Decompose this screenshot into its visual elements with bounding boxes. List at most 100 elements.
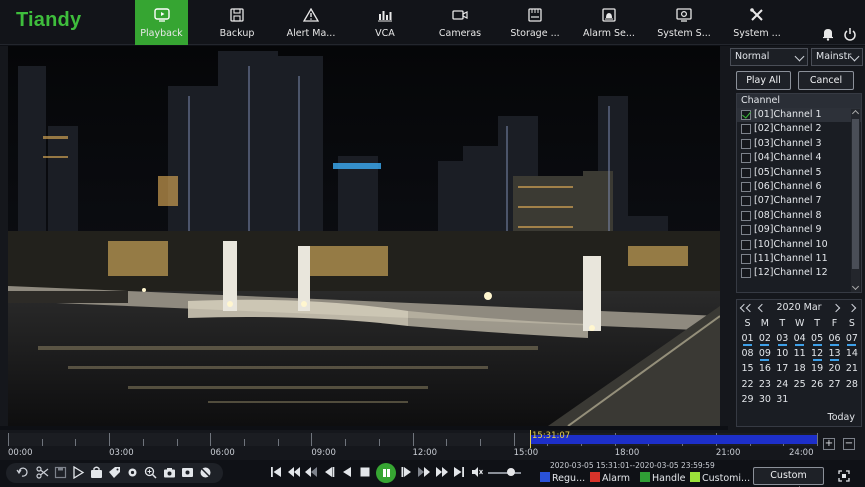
nav-backup[interactable]: Backup [196,0,278,45]
add-tag-icon[interactable] [108,466,121,479]
cancel-button[interactable]: Cancel [798,71,854,90]
calendar-day[interactable]: 21 [843,362,860,377]
channel-row[interactable]: [06]Channel 6 [737,180,861,194]
snapshot-camera-icon[interactable] [163,466,176,479]
fullscreen-icon[interactable] [838,470,850,482]
next-year-icon[interactable] [847,303,857,313]
calendar-day[interactable]: 13 [826,347,843,362]
legend-regular[interactable]: Regu... [540,472,585,484]
calendar-day[interactable]: 16 [756,362,773,377]
stream-type-select[interactable]: Mainstr [811,48,863,66]
stop-icon[interactable] [359,466,371,478]
volume-slider-track[interactable] [488,472,521,474]
zoom-out-button[interactable]: − [843,438,855,450]
calendar-day[interactable]: 04 [791,332,808,347]
zoom-in-button[interactable]: + [823,438,835,450]
nav-system-settings[interactable]: System S... [643,0,725,45]
nav-playback[interactable]: Playback [135,0,188,45]
rewind-icon[interactable] [288,466,300,478]
timeline-cursor[interactable] [530,430,531,448]
calendar-day[interactable]: 24 [774,378,791,393]
calendar-day[interactable]: 19 [809,362,826,377]
scroll-up-icon[interactable] [851,109,860,118]
clip-scissors-icon[interactable] [36,466,49,479]
calendar-day[interactable]: 08 [739,347,756,362]
channel-checkbox[interactable] [741,196,751,207]
pause-button[interactable] [376,463,396,483]
timeline-bar[interactable]: 15:31:07 00:00 03:00 06:00 09:00 12:00 15:00 1… [0,430,865,460]
channel-row[interactable]: [12]Channel 12 [737,266,861,280]
channel-scrollbar[interactable] [851,109,860,292]
channel-checkbox[interactable] [741,239,751,250]
calendar-day[interactable]: 31 [774,393,791,408]
channel-row[interactable]: [08]Channel 8 [737,209,861,223]
power-icon[interactable] [843,27,857,41]
play-all-button[interactable]: Play All [736,71,791,90]
channel-checkbox[interactable] [741,268,751,279]
custom-search-button[interactable]: Custom search [753,467,824,487]
reverse-play-icon[interactable] [341,466,353,478]
save-clip-icon[interactable] [54,466,67,479]
settings-gear-icon[interactable] [126,466,139,479]
calendar-day[interactable]: 01 [739,332,756,347]
calendar-day[interactable]: 20 [826,362,843,377]
calendar-day[interactable]: 05 [809,332,826,347]
channel-row[interactable]: [03]Channel 3 [737,137,861,151]
calendar-day[interactable]: 27 [826,378,843,393]
legend-custom[interactable]: Customi... [690,472,750,484]
scroll-thumb[interactable] [852,119,859,269]
zoom-magnifier-icon[interactable] [144,466,157,479]
calendar-day[interactable]: 18 [791,362,808,377]
calendar-day[interactable]: 23 [756,378,773,393]
calendar-day[interactable]: 22 [739,378,756,393]
prev-month-icon[interactable] [757,303,767,313]
channel-checkbox[interactable] [741,153,751,164]
channel-row[interactable]: [05]Channel 5 [737,166,861,180]
calendar-day[interactable]: 11 [791,347,808,362]
slow-forward-icon[interactable] [418,466,430,478]
calendar-day[interactable]: 03 [774,332,791,347]
nav-system-tools[interactable]: System ... [716,0,798,45]
channel-checkbox[interactable] [741,210,751,221]
legend-handle[interactable]: Handle [640,472,686,484]
channel-row[interactable]: [07]Channel 7 [737,194,861,208]
calendar-day[interactable]: 06 [826,332,843,347]
slow-rewind-icon[interactable] [305,466,317,478]
calendar-day[interactable]: 26 [809,378,826,393]
next-month-icon[interactable] [831,303,841,313]
skip-to-end-icon[interactable] [453,466,465,478]
volume-slider-knob[interactable] [507,468,515,476]
video-playback-window[interactable] [8,46,720,426]
channel-row[interactable]: [04]Channel 4 [737,151,861,165]
fast-forward-icon[interactable] [436,466,448,478]
calendar-day[interactable]: 28 [843,378,860,393]
calendar-day[interactable]: 25 [791,378,808,393]
channel-checkbox[interactable] [741,167,751,178]
channel-row[interactable]: [09]Channel 9 [737,223,861,237]
calendar-day[interactable]: 30 [756,393,773,408]
calendar-day[interactable]: 10 [774,347,791,362]
playback-mode-select[interactable]: Normal [730,48,808,66]
today-button[interactable]: Today [828,412,855,423]
calendar-day[interactable]: 12 [809,347,826,362]
bell-icon[interactable] [821,27,835,41]
calendar-day[interactable]: 02 [756,332,773,347]
channel-checkbox[interactable] [741,124,751,135]
frame-back-icon[interactable] [323,466,335,478]
sync-icon[interactable] [16,466,29,479]
calendar-day[interactable]: 29 [739,393,756,408]
calendar-day[interactable]: 17 [774,362,791,377]
nav-cameras[interactable]: Cameras [419,0,501,45]
skip-to-start-icon[interactable] [270,466,282,478]
legend-alarm[interactable]: Alarm [590,472,630,484]
channel-checkbox[interactable] [741,225,751,236]
lock-file-icon[interactable] [90,466,103,479]
channel-checkbox[interactable] [741,253,751,264]
nav-storage[interactable]: Storage ... [494,0,576,45]
channel-row[interactable]: [02]Channel 2 [737,122,861,136]
channel-checkbox[interactable] [741,181,751,192]
channel-row[interactable]: [11]Channel 11 [737,252,861,266]
nav-vca[interactable]: VCA [344,0,426,45]
record-video-icon[interactable] [181,466,194,479]
audio-mute-icon[interactable] [199,466,212,479]
